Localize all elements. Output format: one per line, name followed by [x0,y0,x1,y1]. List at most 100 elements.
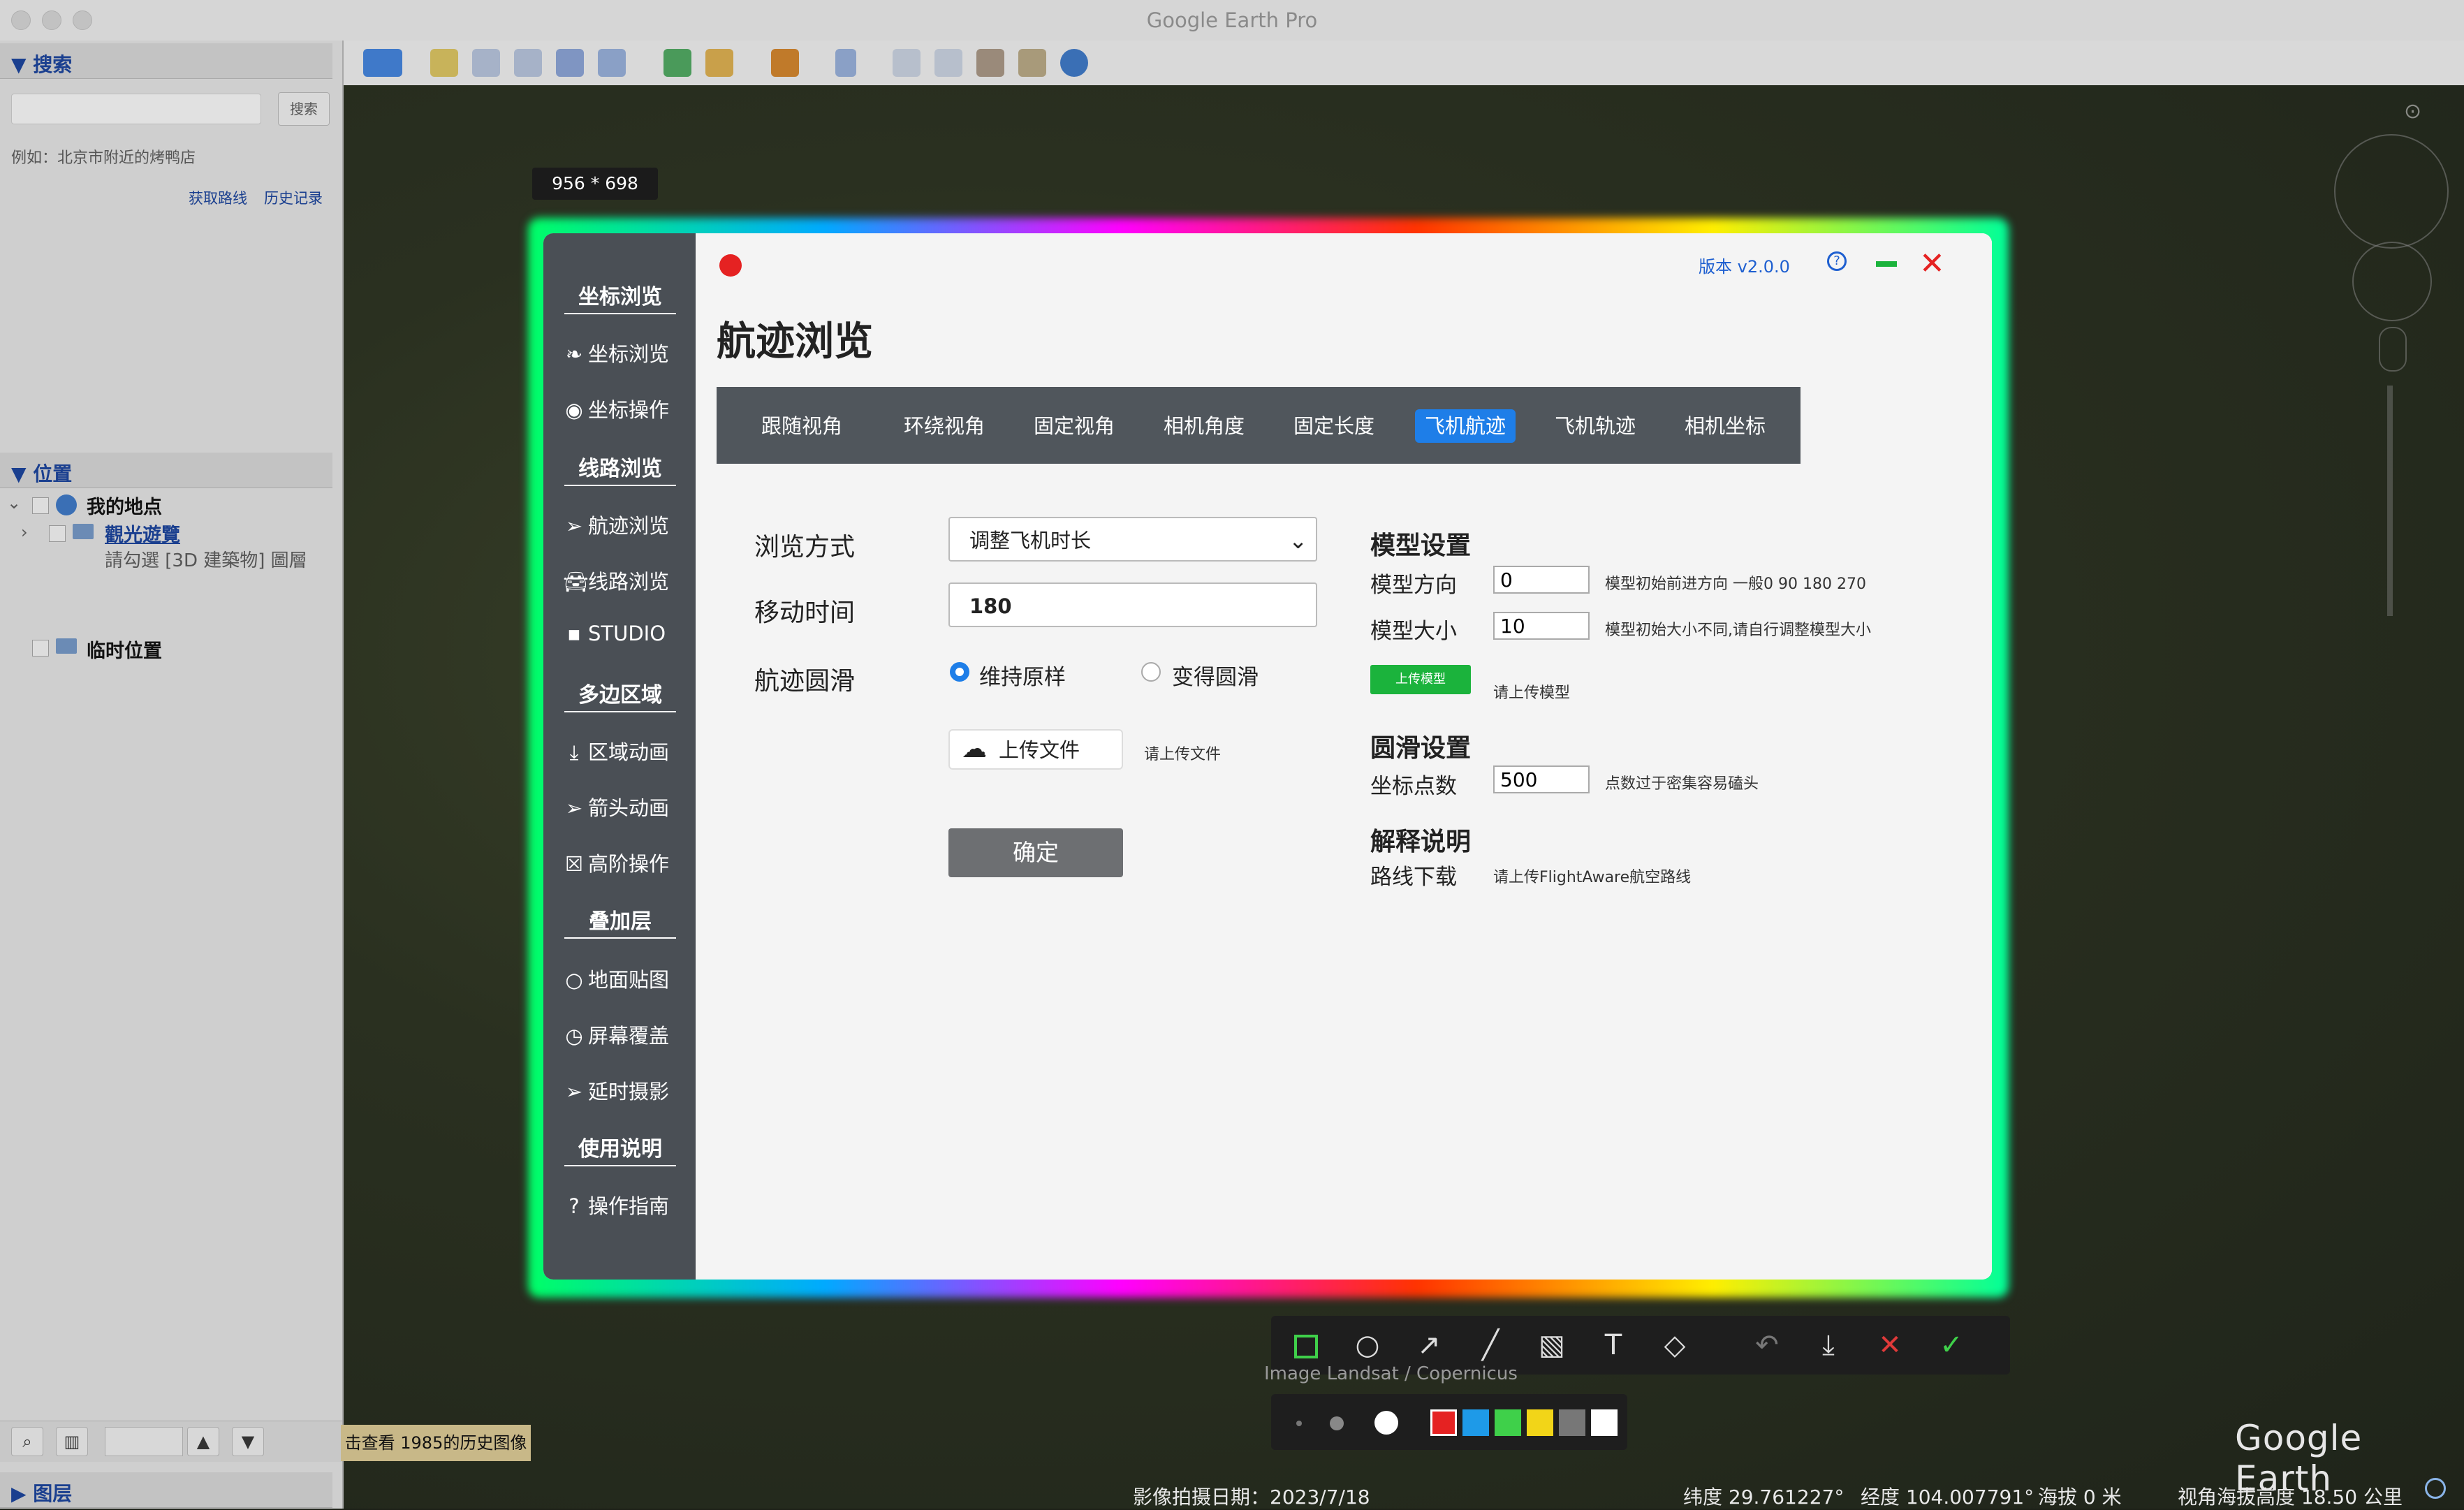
checkbox-sightseeing[interactable] [49,525,66,542]
places-panel-header[interactable]: ▼ 位置 [0,453,332,488]
swatch-red[interactable] [1430,1409,1457,1436]
text-tool-icon[interactable]: T [1597,1328,1630,1362]
nav-item-screen-overlay[interactable]: ◷ 屏幕覆盖 [563,1020,669,1049]
collapse-arrow-icon[interactable]: ⌄ [7,493,21,513]
planets-icon[interactable] [771,49,799,77]
nav-item-ground-overlay[interactable]: ○ 地面贴图 [563,964,669,993]
pen-tool-icon[interactable]: ╱ [1474,1328,1507,1362]
email-icon[interactable] [893,49,921,77]
save-image-icon[interactable] [976,49,1004,77]
layers-panel-header[interactable]: ▶ 图层 [0,1472,332,1508]
cancel-icon[interactable]: ✕ [1873,1328,1907,1362]
brush-medium-icon[interactable] [1330,1416,1344,1430]
search-toggle-icon[interactable]: ⌕ [11,1427,43,1456]
globe-icon [56,494,77,515]
nav-item-advanced[interactable]: ☒ 高阶操作 [563,848,669,877]
download-tool-icon[interactable]: ⤓ [1812,1328,1845,1362]
tag-tool-icon[interactable]: ◇ [1658,1328,1692,1362]
move-down-icon[interactable]: ▼ [232,1427,264,1456]
nav-item-coordinate-operate[interactable]: ◉ 坐标操作 [563,394,669,423]
north-icon[interactable]: ⊙ [2404,99,2421,124]
sidebar-toggle-icon[interactable] [363,49,402,77]
polygon-icon[interactable] [472,49,500,77]
search-panel-header[interactable]: ▼ 搜索 [0,43,332,79]
nav-item-arrow-animation[interactable]: ➢ 箭头动画 [563,792,669,821]
minimize-icon[interactable] [1876,261,1897,267]
undo-icon[interactable]: ↶ [1750,1328,1784,1362]
expand-arrow-icon[interactable]: › [21,522,28,542]
radio-keep-original[interactable] [950,662,969,682]
move-up-icon[interactable]: ▲ [187,1427,219,1456]
confirm-icon[interactable]: ✓ [1935,1328,1968,1362]
search-button[interactable]: 搜索 [278,92,330,126]
move-control-icon[interactable] [2352,242,2432,321]
upload-file-button[interactable]: ☁ 上传文件 [948,729,1123,770]
sunlight-icon[interactable] [705,49,733,77]
nav-item-coordinate-browse[interactable]: ❧ 坐标浏览 [563,338,669,367]
confirm-button[interactable]: 确定 [948,828,1123,877]
record-icon[interactable] [719,254,742,277]
search-input[interactable] [11,94,261,124]
my-places-label[interactable]: 我的地点 [87,492,162,519]
download-icon: ⤓ [569,740,579,764]
radio-smooth[interactable] [1141,662,1161,682]
nav-item-trajectory-browse[interactable]: ➢ 航迹浏览 [563,510,669,539]
placemark-icon[interactable] [430,49,458,77]
nav-item-studio[interactable]: ▪ STUDIO [563,622,666,645]
record-tour-icon[interactable] [598,49,626,77]
radio-keep-label[interactable]: 维持原样 [979,659,1066,691]
brush-small-icon[interactable] [1296,1421,1302,1426]
model-size-input[interactable]: 10 [1493,612,1590,640]
help-icon[interactable]: ? [1827,251,1847,271]
nav-item-timelapse[interactable]: ➢ 延时摄影 [563,1076,669,1105]
look-control-icon[interactable] [2334,134,2449,249]
close-icon[interactable]: ✕ [1919,246,1945,281]
swatch-green[interactable] [1495,1409,1521,1436]
sidebar-blank-field[interactable] [105,1427,183,1456]
historical-imagery-icon[interactable] [663,49,691,77]
arrow-tool-icon[interactable]: ↗ [1412,1328,1446,1362]
swatch-blue[interactable] [1462,1409,1489,1436]
history-link[interactable]: 历史记录 [264,187,323,208]
sightseeing-link[interactable]: 觀光遊覽 [105,520,180,547]
zoom-slider[interactable] [2387,386,2393,616]
tab-follow-view[interactable]: 跟随视角 [751,409,852,443]
tab-camera-coordinate[interactable]: 相机坐标 [1675,409,1775,443]
brush-large-icon[interactable] [1374,1411,1398,1435]
tab-fixed-view[interactable]: 固定视角 [1024,409,1124,443]
tab-flight-path[interactable]: 飞机轨迹 [1545,409,1645,443]
nav-item-area-animation[interactable]: ⤓ 区域动画 [563,736,669,765]
earth-view-icon[interactable] [1060,49,1088,77]
model-direction-input[interactable]: 0 [1493,566,1590,594]
move-time-input[interactable]: 180 [948,582,1317,627]
street-view-icon[interactable] [2379,327,2407,372]
nav-item-route-browse[interactable]: 🚘︎线路浏览 [563,566,669,595]
swatch-yellow[interactable] [1527,1409,1553,1436]
historical-imagery-button[interactable]: 击查看 1985的历史图像 [341,1425,531,1461]
tab-flight-track[interactable]: 飞机航迹 [1415,409,1516,443]
swatch-gray[interactable] [1559,1409,1585,1436]
folder-icon [73,524,94,539]
temporary-places-label[interactable]: 临时位置 [87,636,162,663]
nav-item-guide[interactable]: ? 操作指南 [563,1190,669,1219]
browse-mode-select[interactable]: 调整飞机时长 ⌄ [948,517,1317,562]
path-icon[interactable] [514,49,542,77]
panel-toggle-icon[interactable]: ▥ [56,1427,88,1456]
tab-fixed-length[interactable]: 固定长度 [1284,409,1384,443]
tab-camera-angle[interactable]: 相机角度 [1154,409,1254,443]
upload-model-button[interactable]: 上传模型 [1370,665,1471,694]
checkbox-my-places[interactable] [32,497,49,514]
movie-maker-icon[interactable] [1018,49,1046,77]
tab-orbit-view[interactable]: 环绕视角 [894,409,995,443]
ellipse-tool-icon[interactable]: ○ [1351,1328,1384,1362]
ruler-icon[interactable] [835,49,856,77]
radio-smooth-label[interactable]: 变得圆滑 [1172,659,1259,691]
image-overlay-icon[interactable] [556,49,584,77]
checkbox-temporary[interactable] [32,640,49,657]
mosaic-tool-icon[interactable]: ▧ [1535,1328,1569,1362]
swatch-white[interactable] [1591,1409,1618,1436]
print-icon[interactable] [934,49,962,77]
get-directions-link[interactable]: 获取路线 [189,187,247,208]
points-input[interactable]: 500 [1493,765,1590,793]
rectangle-tool-icon[interactable] [1289,1328,1323,1362]
